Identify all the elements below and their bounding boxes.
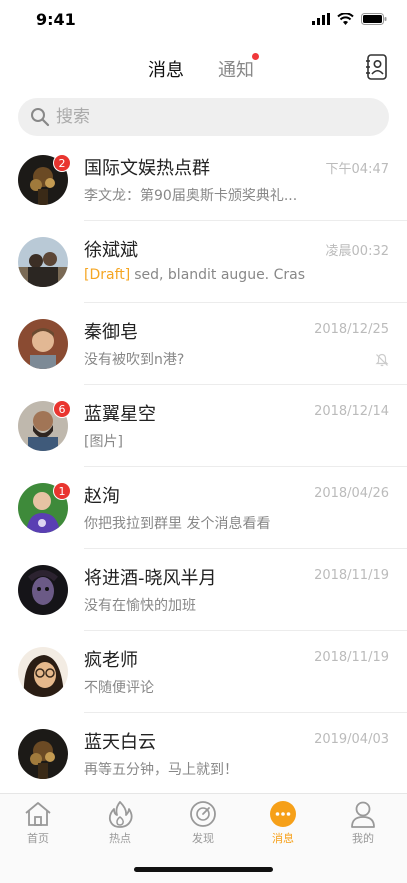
conversation-name: 疯老师: [84, 650, 138, 671]
conversation-time: 2018/04/26: [314, 486, 389, 501]
conversation-time: 2018/11/19: [314, 568, 389, 583]
status-bar: 9:41: [0, 0, 407, 40]
conversation-row[interactable]: 2 国际文娱热点群 下午04:47 李文龙：第90届奥斯卡颁奖典礼...: [0, 139, 407, 221]
search-input[interactable]: [56, 98, 356, 136]
conversation-preview: 你把我拉到群里 发个消息看看: [84, 516, 271, 532]
conversation-name: 国际文娱热点群: [84, 158, 210, 179]
avatar: [18, 729, 68, 779]
conversation-name: 徐斌斌: [84, 240, 138, 261]
avatar: [18, 237, 68, 287]
preview-text: sed, blandit augue. Cras: [134, 267, 305, 283]
conversation-time: 凌晨00:32: [325, 244, 389, 259]
search-icon: [31, 108, 50, 127]
tab-me[interactable]: 我的: [333, 800, 393, 846]
conversation-preview: 再等五分钟，马上就到！: [84, 762, 238, 778]
flame-icon: [108, 801, 133, 828]
contacts-button[interactable]: [365, 54, 389, 80]
conversation-name: 秦御皂: [84, 322, 138, 343]
notification-dot: [252, 53, 259, 60]
conversation-preview: [图片]: [84, 434, 123, 450]
conversation-list: 2 国际文娱热点群 下午04:47 李文龙：第90届奥斯卡颁奖典礼... 徐斌斌…: [0, 139, 407, 795]
avatar: [18, 565, 68, 615]
status-icons: [312, 13, 387, 25]
search-bar[interactable]: [18, 98, 389, 136]
status-time: 9:41: [36, 10, 76, 29]
conversation-preview: 李文龙：第90届奥斯卡颁奖典礼...: [84, 188, 298, 204]
tab-messages[interactable]: 消息: [148, 56, 184, 82]
home-icon: [25, 802, 51, 826]
tab-me-label: 我的: [352, 832, 374, 845]
home-indicator: [134, 867, 273, 872]
conversation-row[interactable]: 疯老师 2018/11/19 不随便评论: [0, 631, 407, 713]
conversation-time: 2018/11/19: [314, 650, 389, 665]
unread-badge: 2: [53, 154, 71, 172]
conversation-row[interactable]: 蓝天白云 2019/04/03 再等五分钟，马上就到！: [0, 713, 407, 795]
tab-hot-label: 热点: [109, 832, 131, 845]
conversation-row[interactable]: 秦御皂 2018/12/25 没有被吹到n港?: [0, 303, 407, 385]
tab-discover[interactable]: 发现: [173, 800, 233, 846]
draft-label: [Draft]: [84, 267, 131, 283]
conversation-name: 赵洵: [84, 486, 120, 507]
avatar: [18, 647, 68, 697]
conversation-row[interactable]: 1 赵洵 2018/04/26 你把我拉到群里 发个消息看看: [0, 467, 407, 549]
tab-messages-label: 消息: [272, 832, 294, 845]
conversation-row[interactable]: 将进酒-晓风半月 2018/11/19 没有在愉快的加班: [0, 549, 407, 631]
tab-home-label: 首页: [27, 832, 49, 845]
conversation-name: 蓝天白云: [84, 732, 156, 753]
tab-home[interactable]: 首页: [8, 800, 68, 846]
battery-icon: [361, 13, 387, 25]
unread-badge: 1: [53, 482, 71, 500]
mute-bell-icon: [375, 353, 389, 367]
conversation-name: 将进酒-晓风半月: [84, 568, 217, 589]
tab-hot[interactable]: 热点: [90, 800, 150, 846]
signal-icon: [312, 13, 330, 25]
conversation-row[interactable]: 6 蓝翼星空 2018/12/14 [图片]: [0, 385, 407, 467]
conversation-preview: [Draft] sed, blandit augue. Cras: [84, 267, 334, 283]
conversation-name: 蓝翼星空: [84, 404, 156, 425]
conversation-row[interactable]: 徐斌斌 凌晨00:32 [Draft] sed, blandit augue. C…: [0, 221, 407, 303]
tab-discover-label: 发现: [192, 832, 214, 845]
tab-messages-bottom[interactable]: 消息: [253, 800, 313, 846]
header: 消息 通知: [0, 46, 407, 90]
unread-badge: 6: [53, 400, 71, 418]
person-icon: [351, 801, 375, 828]
conversation-time: 2018/12/14: [314, 404, 389, 419]
compass-icon: [190, 801, 216, 827]
message-dots-icon: [270, 801, 296, 827]
conversation-time: 2018/12/25: [314, 322, 389, 337]
conversation-preview: 没有在愉快的加班: [84, 598, 196, 614]
contact-card-icon: [366, 54, 387, 80]
conversation-preview: 没有被吹到n港?: [84, 352, 185, 368]
conversation-time: 2019/04/03: [314, 732, 389, 747]
conversation-time: 下午04:47: [325, 162, 389, 177]
wifi-icon: [337, 13, 354, 25]
conversation-preview: 不随便评论: [84, 680, 154, 696]
tab-notifications[interactable]: 通知: [218, 56, 254, 82]
avatar: [18, 319, 68, 369]
